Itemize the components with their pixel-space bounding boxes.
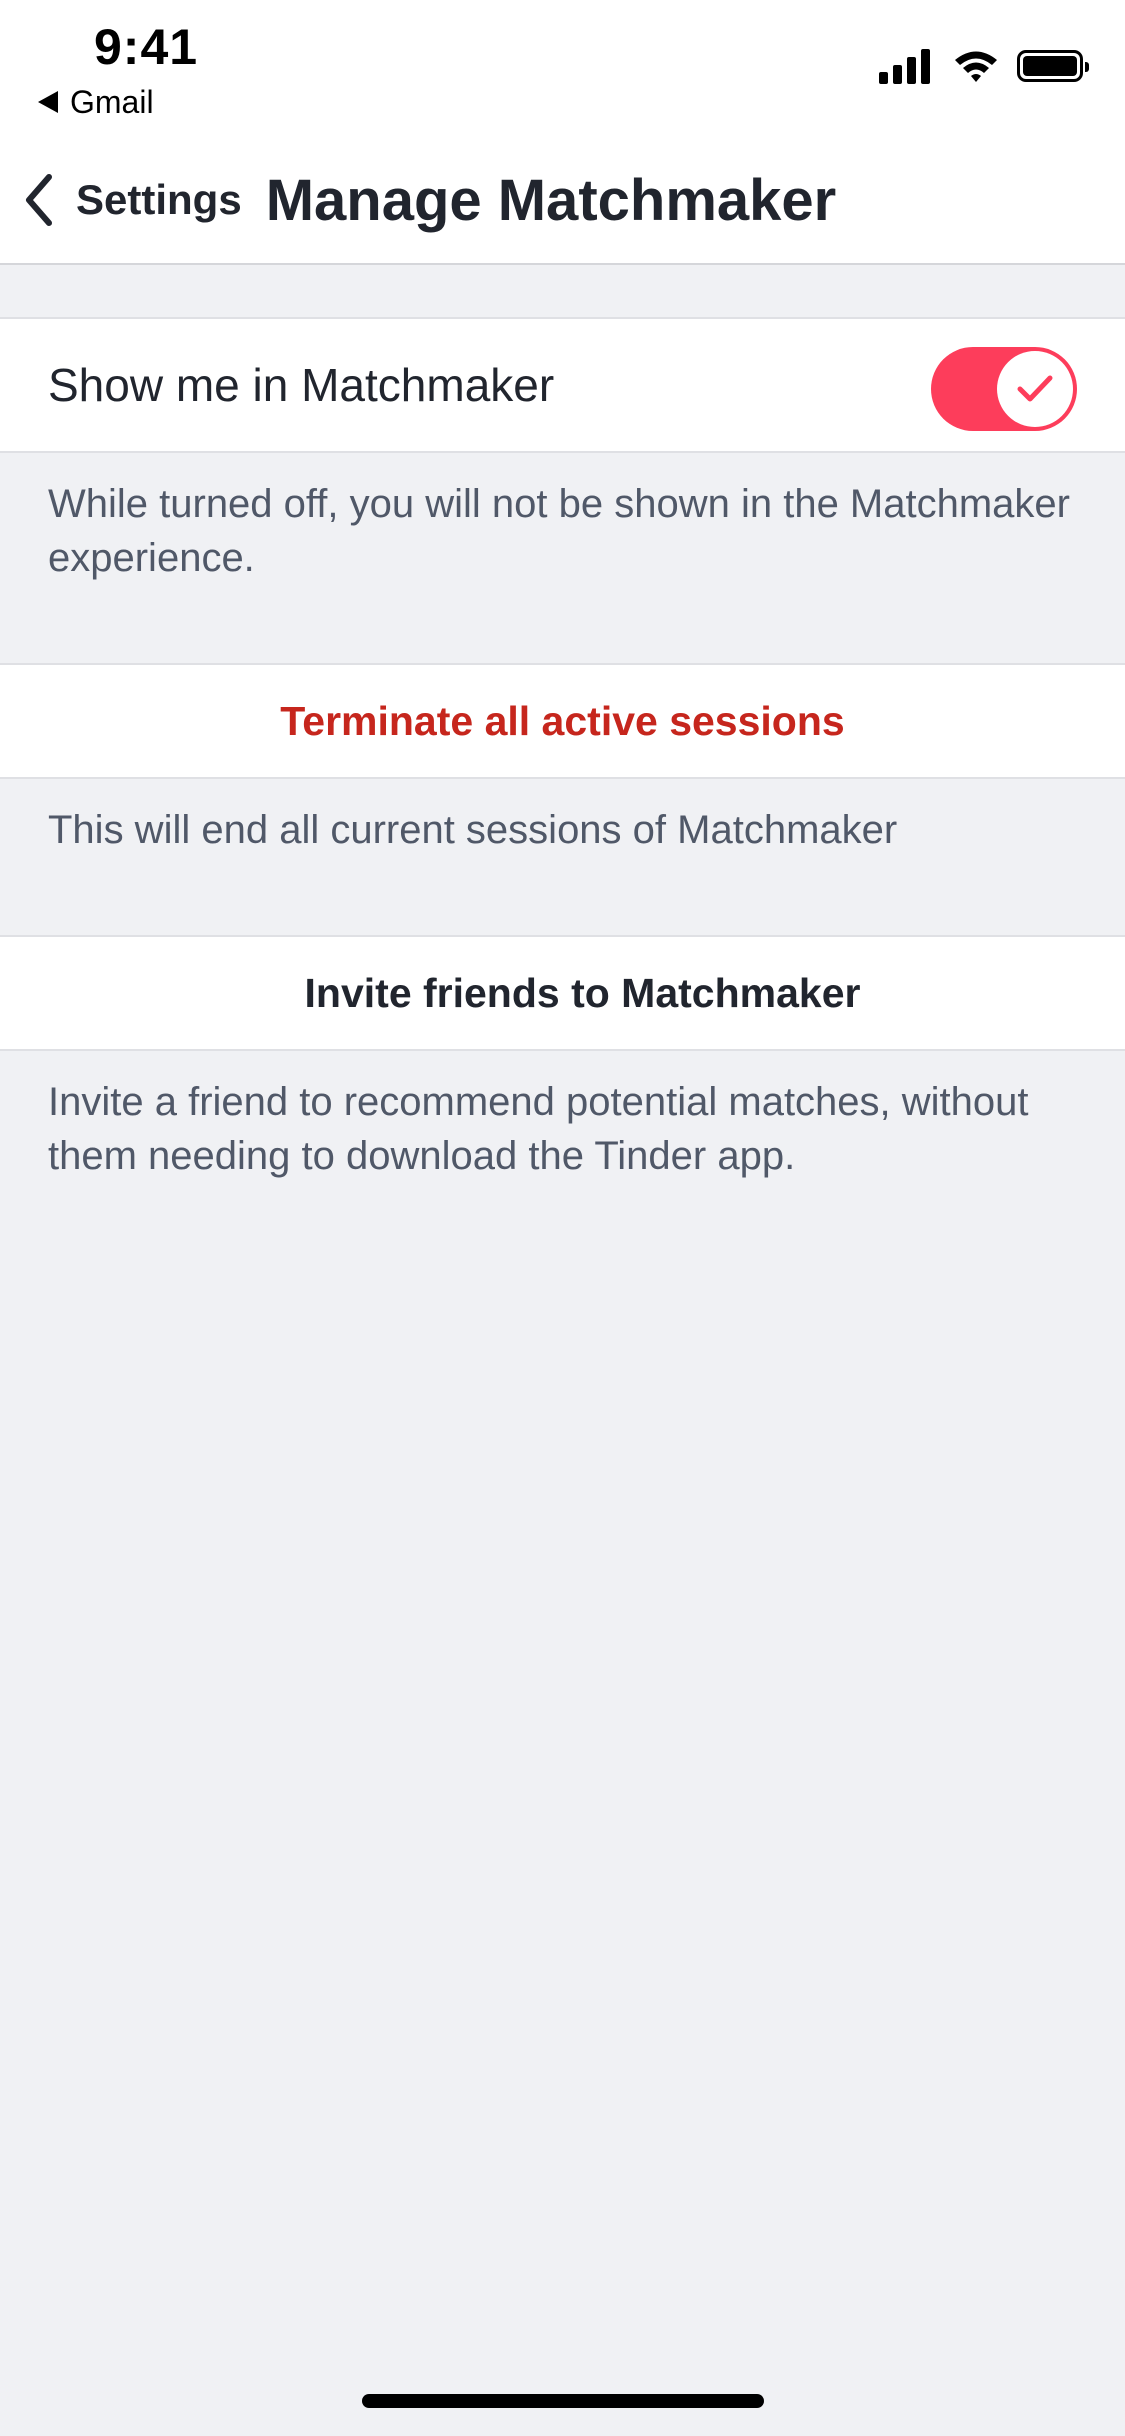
invite-friends-description: Invite a friend to recommend potential m… bbox=[48, 1080, 1029, 1178]
show-in-matchmaker-label: Show me in Matchmaker bbox=[48, 359, 555, 411]
battery-icon bbox=[1017, 50, 1089, 82]
chevron-left-icon bbox=[26, 174, 52, 226]
top-bar: 9:41 Gmail Settings Manage Matchmaker bbox=[0, 0, 1125, 265]
wifi-icon bbox=[955, 51, 997, 82]
show-in-matchmaker-toggle[interactable] bbox=[931, 347, 1077, 431]
back-label: Settings bbox=[76, 176, 242, 223]
navigation-bar: Settings Manage Matchmaker bbox=[0, 150, 1125, 250]
invite-friends-row[interactable]: Invite friends to Matchmaker bbox=[0, 935, 1125, 1051]
back-app-label: Gmail bbox=[70, 83, 154, 120]
back-to-app-link[interactable]: Gmail bbox=[38, 82, 154, 122]
page-title: Manage Matchmaker bbox=[265, 167, 837, 233]
invite-friends-button[interactable]: Invite friends to Matchmaker bbox=[0, 937, 1125, 1049]
terminate-sessions-description: This will end all current sessions of Ma… bbox=[48, 808, 898, 852]
status-icons bbox=[879, 48, 1089, 84]
checkmark-icon bbox=[1017, 375, 1053, 402]
terminate-sessions-row[interactable]: Terminate all active sessions bbox=[0, 663, 1125, 779]
cellular-signal-icon bbox=[879, 48, 935, 84]
show-in-matchmaker-description: While turned off, you will not be shown … bbox=[48, 482, 1070, 580]
home-indicator[interactable] bbox=[362, 2394, 764, 2408]
toggle-knob bbox=[997, 351, 1073, 427]
show-in-matchmaker-row: Show me in Matchmaker bbox=[0, 317, 1125, 453]
status-time: 9:41 bbox=[94, 19, 199, 75]
terminate-sessions-button[interactable]: Terminate all active sessions bbox=[0, 665, 1125, 777]
settings-back-button[interactable]: Settings bbox=[24, 160, 242, 240]
back-triangle-icon bbox=[38, 91, 58, 113]
